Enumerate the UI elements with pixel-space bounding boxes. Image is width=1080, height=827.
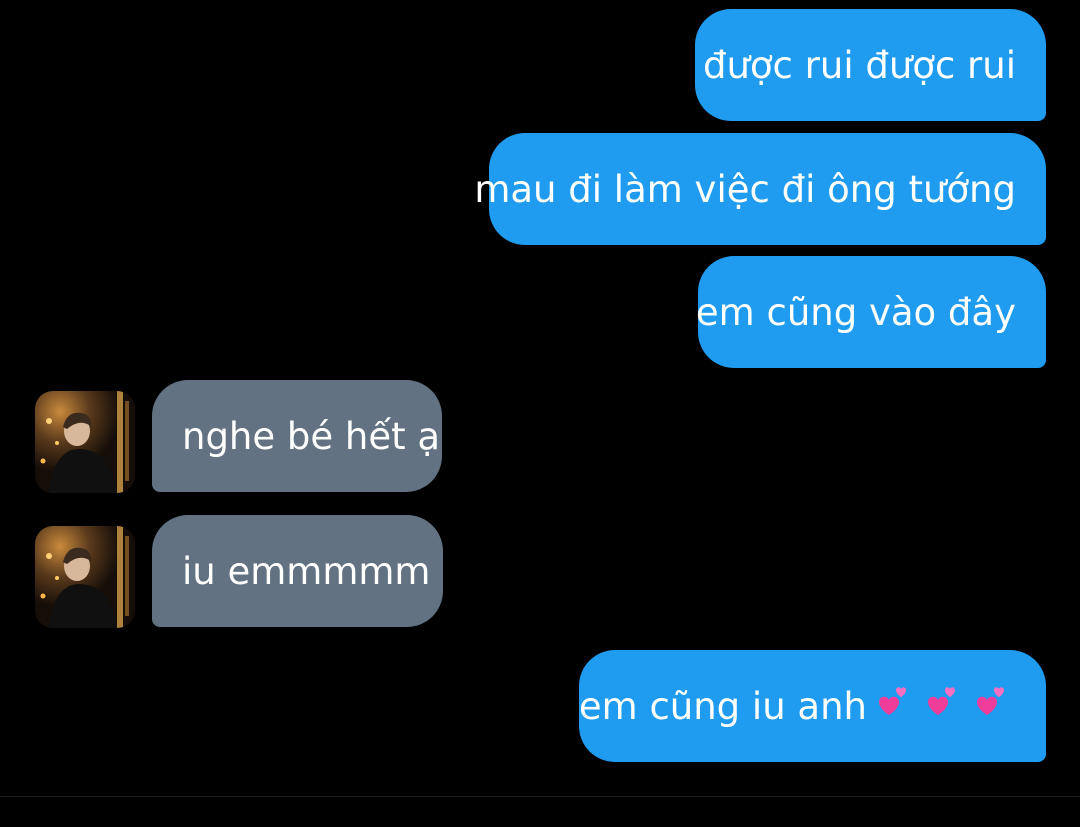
sent-message-bubble[interactable]: được rui được rui: [695, 9, 1046, 121]
received-message-bubble[interactable]: nghe bé hết ạ: [152, 380, 442, 492]
two-hearts-icon: [977, 687, 1004, 715]
bottom-bar: [0, 797, 1080, 827]
two-hearts-icon: [879, 687, 906, 715]
message-text: được rui được rui: [702, 43, 1016, 87]
message-text: iu emmmmm: [182, 549, 431, 593]
emoji-group: [869, 686, 1016, 726]
avatar[interactable]: [35, 391, 135, 493]
received-message-bubble[interactable]: iu emmmmm: [152, 515, 443, 627]
two-hearts-icon: [928, 687, 955, 715]
profile-photo: [35, 526, 135, 628]
message-text: em cũng iu anh: [578, 684, 867, 728]
sent-message-bubble[interactable]: em cũng vào đây: [695, 256, 1046, 368]
message-text: nghe bé hết ạ: [182, 414, 441, 458]
profile-photo: [35, 391, 135, 493]
sent-message-bubble[interactable]: mau đi làm việc đi ông tướng: [474, 133, 1046, 245]
message-text: mau đi làm việc đi ông tướng: [474, 167, 1016, 211]
message-text: em cũng vào đây: [695, 290, 1016, 334]
sent-message-bubble[interactable]: em cũng iu anh: [579, 650, 1046, 762]
avatar[interactable]: [35, 526, 135, 628]
